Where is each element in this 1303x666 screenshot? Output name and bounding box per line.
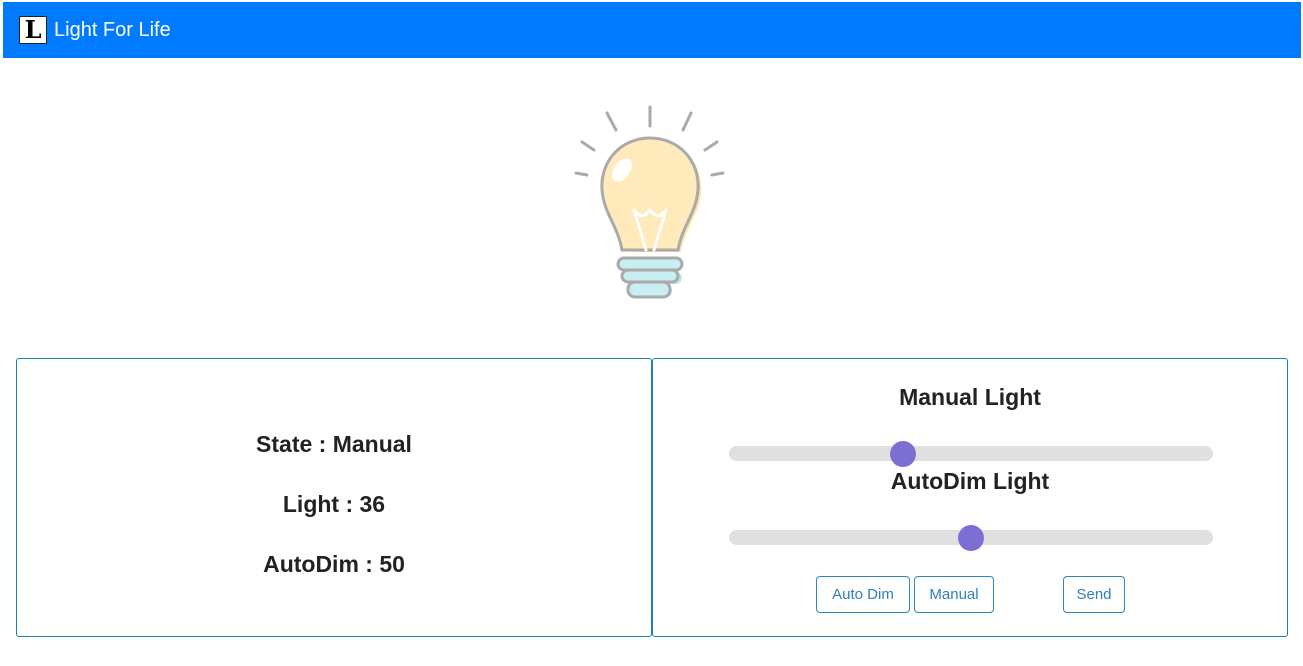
controls-card: Manual Light AutoDim Light Auto Dim Manu…: [652, 358, 1288, 637]
auto-dim-button[interactable]: Auto Dim: [816, 576, 910, 613]
autodim-light-slider[interactable]: [729, 525, 1213, 551]
state-text: State : Manual: [256, 431, 412, 457]
manual-light-slider-thumb[interactable]: [890, 441, 917, 467]
brand-logo[interactable]: L: [19, 16, 47, 44]
light-text: Light : 36: [282, 491, 386, 517]
lightbulb-icon: [574, 105, 725, 299]
navbar: L Light For Life: [3, 2, 1301, 58]
status-card: State : Manual Light : 36 AutoDim : 50: [16, 358, 652, 637]
autodim-light-slider-thumb[interactable]: [958, 525, 984, 551]
manual-light-slider[interactable]: [729, 441, 1213, 467]
manual-light-title: Manual Light: [899, 384, 1041, 410]
send-button[interactable]: Send: [1063, 576, 1125, 613]
manual-button[interactable]: Manual: [914, 576, 994, 613]
brand-name[interactable]: Light For Life: [54, 19, 171, 42]
autodim-text: AutoDim : 50: [263, 551, 405, 577]
autodim-light-title: AutoDim Light: [890, 468, 1050, 494]
